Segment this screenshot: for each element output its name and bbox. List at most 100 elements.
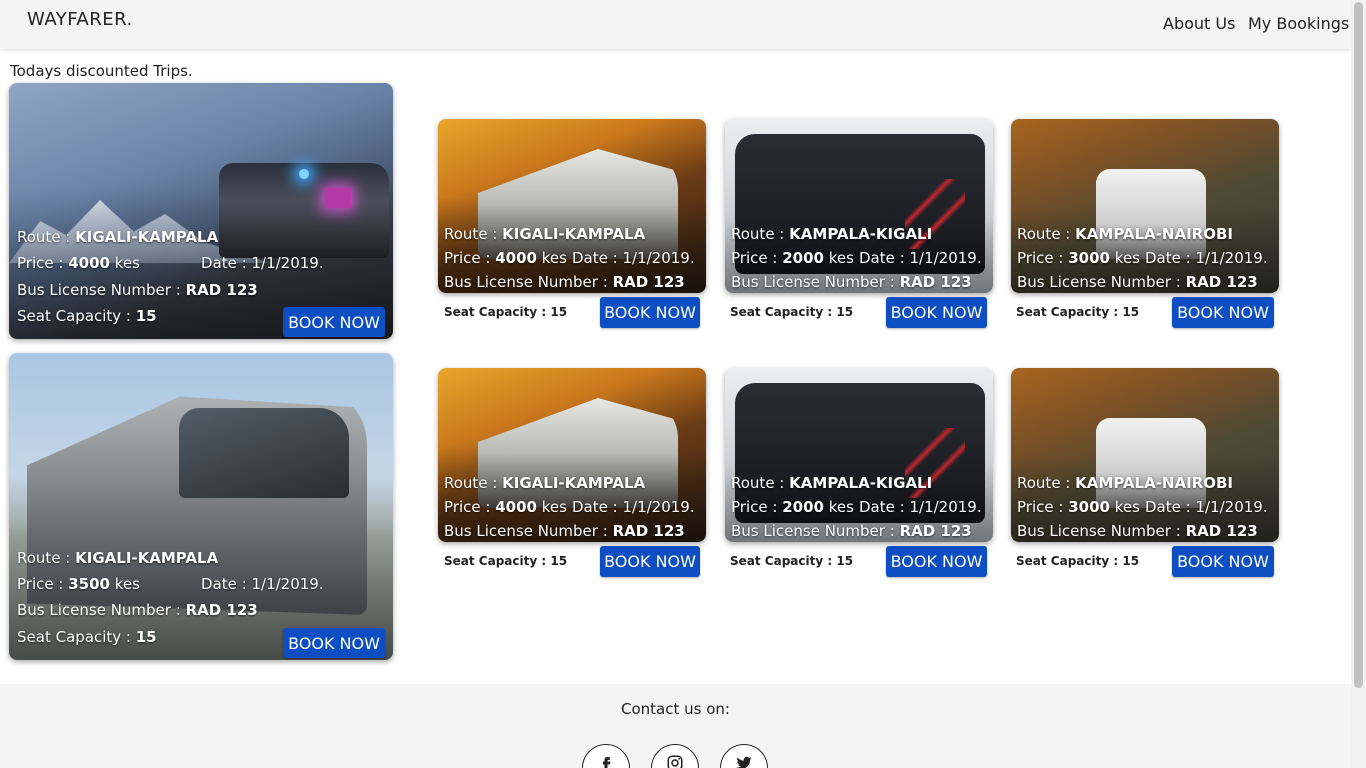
featured-trip-card: Route : KIGALI-KAMPALA Price : 4000 kes … — [9, 83, 393, 339]
seat-label: Seat Capacity : — [444, 305, 547, 319]
twitter-glyph — [736, 756, 752, 768]
currency-label: kes — [114, 575, 140, 593]
nav-my-bookings[interactable]: My Bookings — [1248, 14, 1349, 33]
seat-value: 15 — [135, 628, 157, 646]
seat-capacity: Seat Capacity : 15 — [444, 554, 567, 568]
price-label: Price : — [444, 249, 491, 267]
seat-value: 15 — [1122, 305, 1140, 319]
date-label: Date : — [572, 498, 618, 516]
route-value: KIGALI-KAMPALA — [502, 474, 646, 492]
date-value: 1/1/2019. — [909, 498, 982, 516]
route-value: KAMPALA-NAIROBI — [1075, 225, 1233, 243]
price-value: 3000 — [1068, 498, 1110, 516]
seat-capacity: Seat Capacity : 15 — [444, 305, 567, 319]
route-label: Route : — [731, 225, 785, 243]
license-label: Bus License Number : — [444, 522, 608, 540]
trip-card: Route : KAMPALA-NAIROBI Price : 3000 kes… — [1011, 119, 1279, 293]
seat-label: Seat Capacity : — [444, 554, 547, 568]
date-value: 1/1/2019. — [622, 498, 695, 516]
date-value: 1/1/2019. — [909, 249, 982, 267]
date-label: Date : — [201, 254, 247, 272]
route-label: Route : — [17, 549, 71, 567]
date-value: 1/1/2019. — [1195, 249, 1268, 267]
date-label: Date : — [859, 498, 905, 516]
book-now-button[interactable]: BOOK NOW — [283, 307, 385, 337]
license-label: Bus License Number : — [17, 601, 181, 619]
page-scrollbar[interactable] — [1351, 0, 1366, 768]
nav-about-us[interactable]: About Us — [1163, 14, 1235, 33]
route-label: Route : — [1017, 225, 1071, 243]
seat-capacity: Seat Capacity : 15 — [730, 305, 853, 319]
price-value: 4000 — [495, 249, 537, 267]
date-label: Date : — [1145, 498, 1191, 516]
price-value: 2000 — [782, 249, 824, 267]
price-label: Price : — [731, 249, 778, 267]
price-label: Price : — [1017, 498, 1064, 516]
seat-capacity: Seat Capacity : 15 — [1016, 305, 1139, 319]
book-now-button[interactable]: BOOK NOW — [600, 546, 700, 577]
seat-label: Seat Capacity : — [1016, 554, 1119, 568]
route-value: KAMPALA-KIGALI — [789, 474, 933, 492]
price-value: 4000 — [495, 498, 537, 516]
route-label: Route : — [444, 474, 498, 492]
bus-image — [1096, 169, 1206, 259]
license-value: RAD 123 — [185, 281, 258, 299]
book-now-button[interactable]: BOOK NOW — [283, 628, 385, 658]
license-label: Bus License Number : — [1017, 522, 1181, 540]
currency-label: kes — [114, 254, 140, 272]
price-value: 3500 — [68, 575, 110, 593]
seat-value: 15 — [550, 305, 568, 319]
price-value: 3000 — [1068, 249, 1110, 267]
book-now-button[interactable]: BOOK NOW — [886, 546, 987, 577]
facebook-glyph — [603, 757, 611, 768]
seat-label: Seat Capacity : — [730, 554, 833, 568]
currency-label: kes — [541, 249, 567, 267]
license-value: RAD 123 — [1185, 522, 1258, 540]
currency-label: kes — [1114, 498, 1140, 516]
seat-value: 15 — [135, 307, 157, 325]
license-label: Bus License Number : — [17, 281, 181, 299]
trip-card: Route : KAMPALA-KIGALI Price : 2000 kes … — [725, 368, 993, 542]
seat-value: 15 — [836, 305, 854, 319]
date-value: 1/1/2019. — [1195, 498, 1268, 516]
seat-label: Seat Capacity : — [730, 305, 833, 319]
book-now-button[interactable]: BOOK NOW — [1172, 546, 1274, 577]
price-label: Price : — [1017, 249, 1064, 267]
trip-card: Route : KAMPALA-KIGALI Price : 2000 kes … — [725, 119, 993, 293]
route-label: Route : — [731, 474, 785, 492]
book-now-button[interactable]: BOOK NOW — [600, 297, 700, 328]
twitter-icon[interactable] — [720, 744, 768, 768]
currency-label: kes — [828, 498, 854, 516]
book-now-button[interactable]: BOOK NOW — [1172, 297, 1274, 328]
license-label: Bus License Number : — [731, 522, 895, 540]
route-label: Route : — [1017, 474, 1071, 492]
date-value: 1/1/2019. — [251, 254, 324, 272]
license-label: Bus License Number : — [444, 273, 608, 291]
trip-card: Route : KIGALI-KAMPALA Price : 4000 kes … — [438, 368, 706, 542]
license-value: RAD 123 — [899, 273, 972, 291]
date-label: Date : — [201, 575, 247, 593]
trip-card: Route : KAMPALA-NAIROBI Price : 3000 kes… — [1011, 368, 1279, 542]
license-value: RAD 123 — [1185, 273, 1258, 291]
license-value: RAD 123 — [185, 601, 258, 619]
scrollbar-thumb[interactable] — [1354, 2, 1363, 688]
price-value: 4000 — [68, 254, 110, 272]
instagram-icon[interactable] — [651, 744, 699, 768]
route-value: KIGALI-KAMPALA — [502, 225, 646, 243]
seat-value: 15 — [1122, 554, 1140, 568]
book-now-button[interactable]: BOOK NOW — [886, 297, 987, 328]
date-label: Date : — [859, 249, 905, 267]
date-label: Date : — [572, 249, 618, 267]
facebook-icon[interactable] — [582, 744, 630, 768]
route-value: KAMPALA-KIGALI — [789, 225, 933, 243]
seat-label: Seat Capacity : — [17, 307, 131, 325]
seat-label: Seat Capacity : — [17, 628, 131, 646]
contact-heading: Contact us on: — [621, 700, 730, 718]
instagram-glyph — [667, 755, 683, 768]
brand-logo[interactable]: WAYFARER. — [27, 9, 133, 30]
price-label: Price : — [731, 498, 778, 516]
footer: Contact us on: — [0, 684, 1351, 768]
route-label: Route : — [17, 228, 71, 246]
license-label: Bus License Number : — [1017, 273, 1181, 291]
bus-image — [1096, 418, 1206, 508]
